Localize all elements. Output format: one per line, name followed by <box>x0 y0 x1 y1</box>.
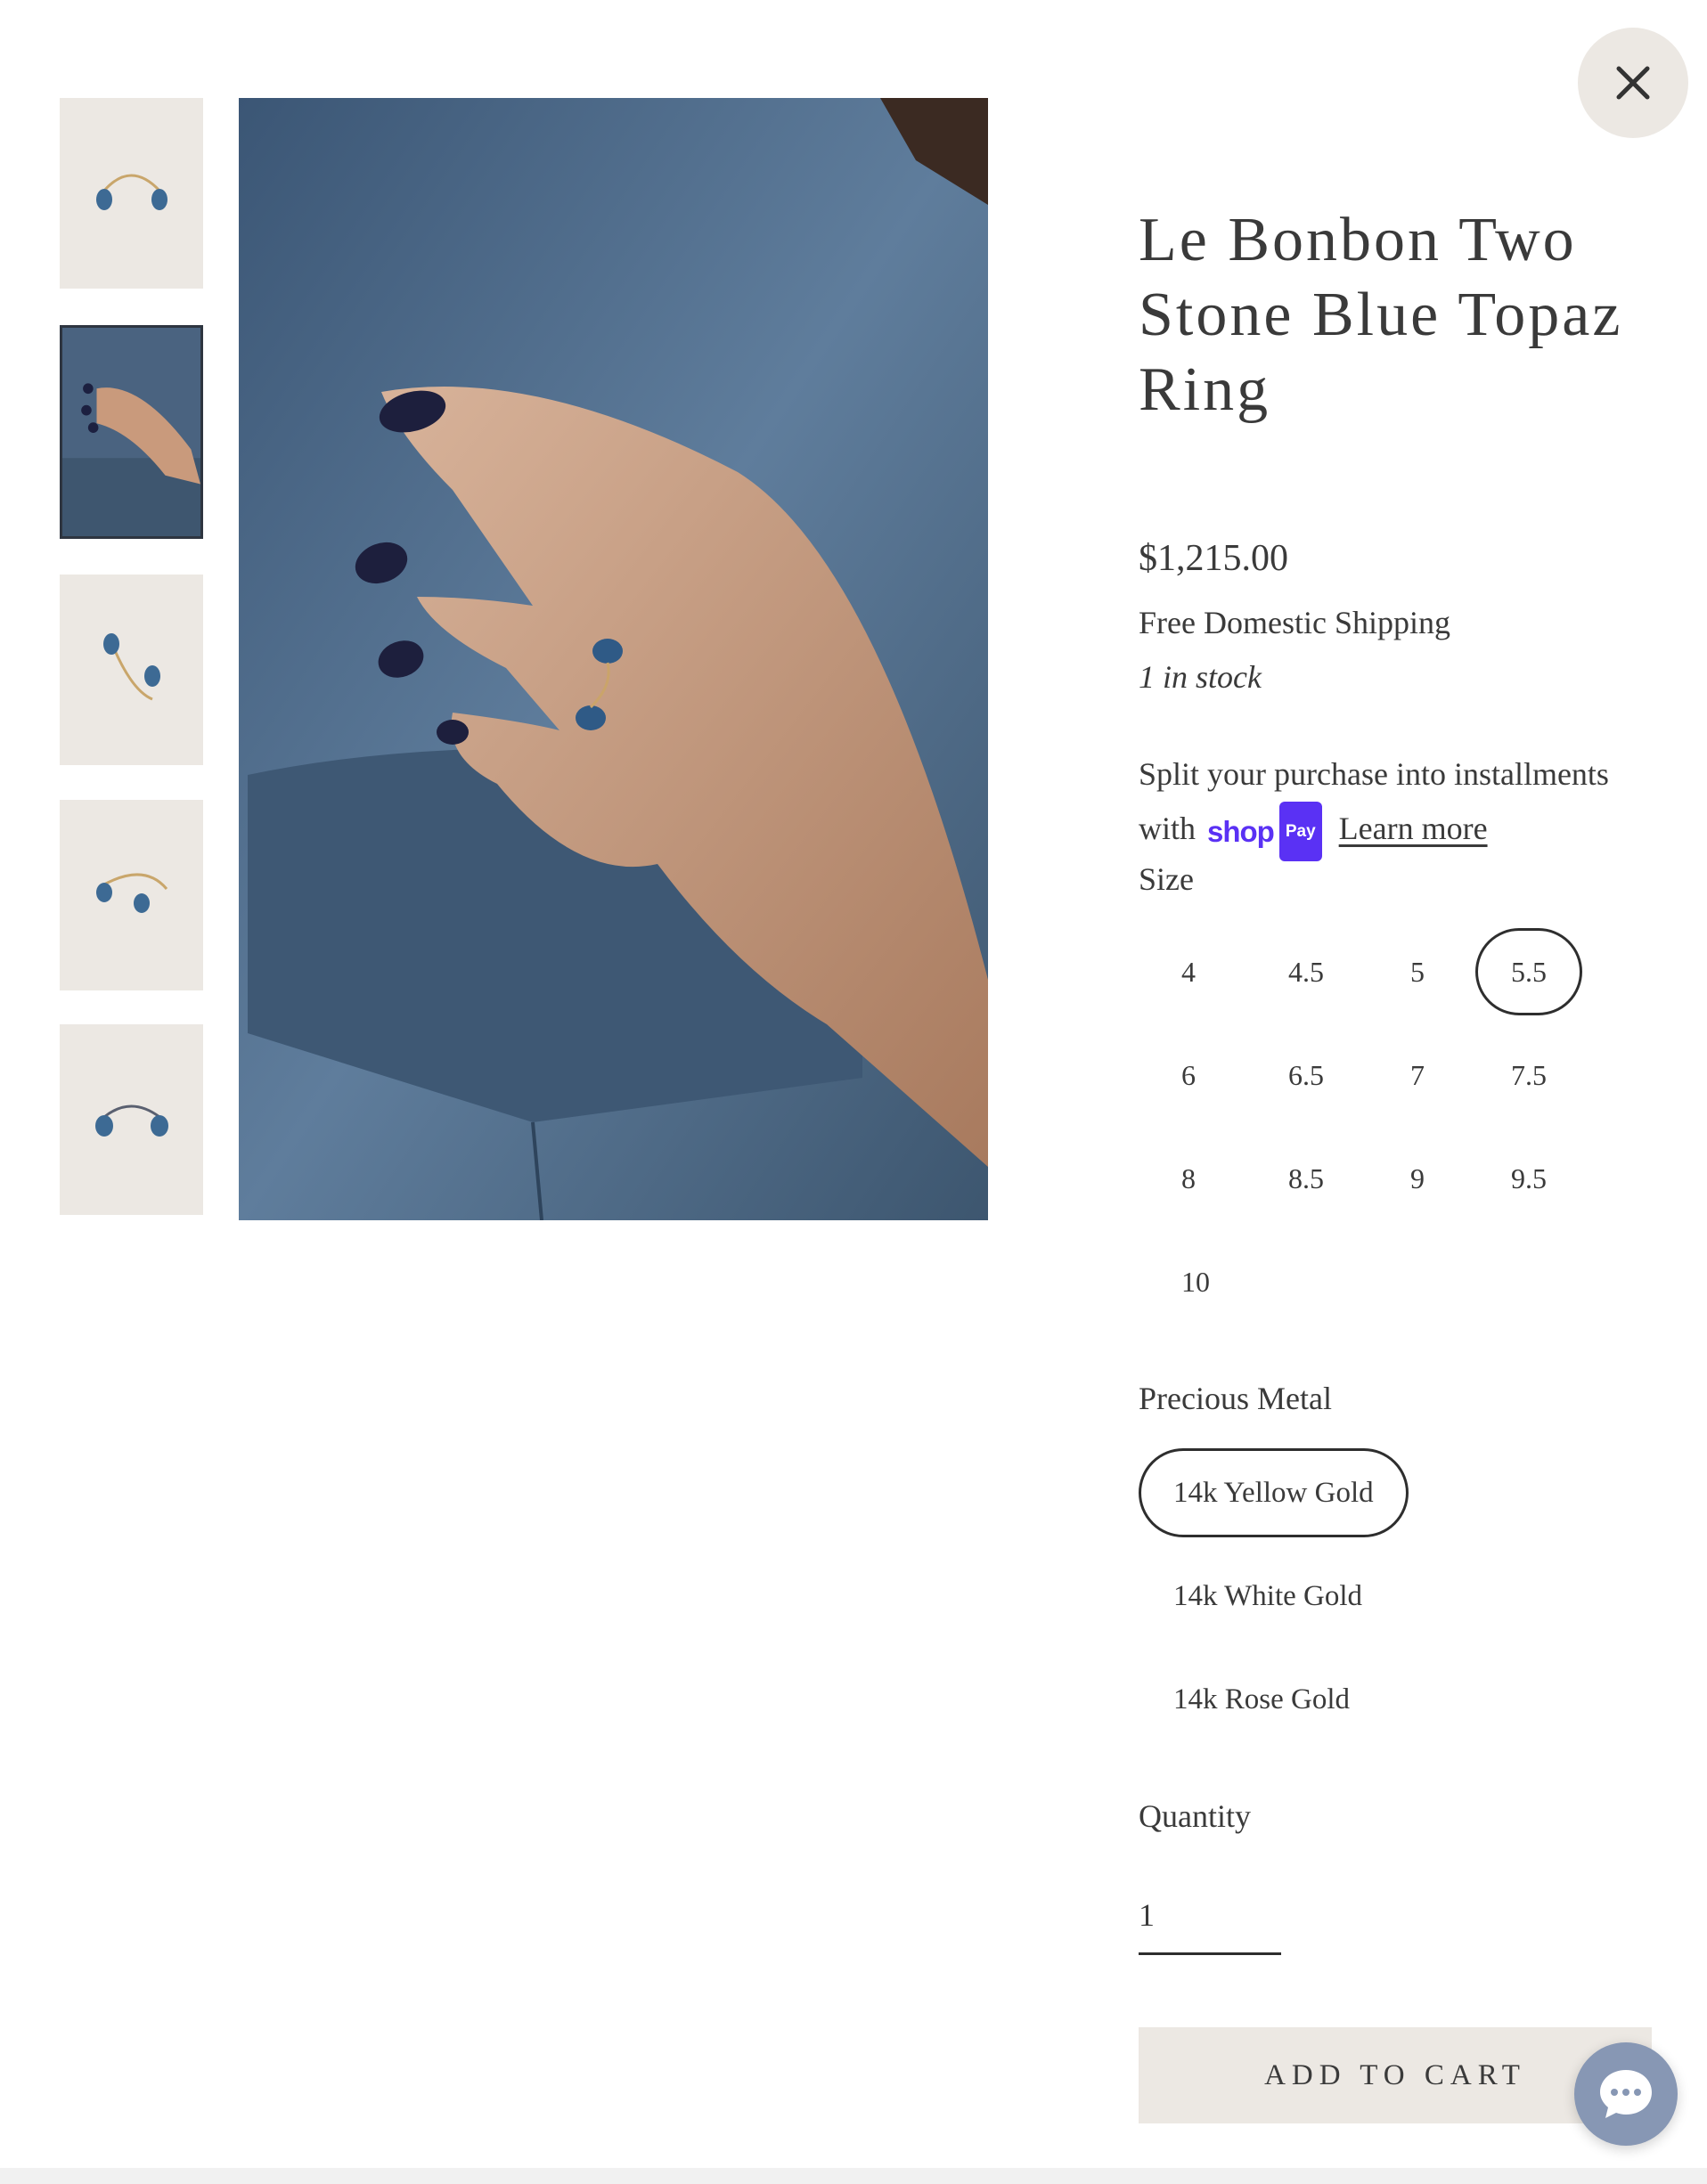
ring-thumbnail-image <box>95 1104 168 1137</box>
thumbnail-2[interactable] <box>60 325 203 539</box>
chat-button[interactable] <box>1574 2042 1678 2146</box>
bottom-bar <box>0 2168 1707 2184</box>
size-option[interactable]: 4.5 <box>1253 928 1360 1015</box>
close-icon <box>1616 66 1650 100</box>
quantity-input[interactable] <box>1139 1877 1281 1955</box>
size-option[interactable]: 6.5 <box>1253 1031 1360 1119</box>
size-option[interactable]: 6 <box>1135 1031 1242 1119</box>
metal-label: Precious Metal <box>1139 1381 1332 1416</box>
size-option[interactable]: 5 <box>1364 928 1471 1015</box>
stock-status: 1 in stock <box>1139 659 1262 695</box>
size-option[interactable]: 10 <box>1142 1238 1249 1325</box>
size-option[interactable]: 8 <box>1135 1135 1242 1222</box>
size-label: Size <box>1139 861 1194 897</box>
size-option[interactable]: 9.5 <box>1475 1135 1582 1222</box>
shop-pay-badge: Pay <box>1278 802 1322 862</box>
close-button[interactable] <box>1578 28 1688 138</box>
quantity-label: Quantity <box>1139 1798 1251 1834</box>
size-option[interactable]: 4 <box>1135 928 1242 1015</box>
hand-thumbnail-image <box>62 328 200 536</box>
size-option[interactable]: 8.5 <box>1253 1135 1360 1222</box>
metal-option[interactable]: 14k White Gold <box>1139 1552 1397 1641</box>
thumbnail-5[interactable] <box>60 1024 203 1215</box>
size-option[interactable]: 7 <box>1364 1031 1471 1119</box>
size-option[interactable]: 7.5 <box>1475 1031 1582 1119</box>
size-option[interactable]: 5.5 <box>1475 928 1582 1015</box>
ring-thumbnail-image <box>96 873 168 913</box>
product-title: Le Bonbon Two Stone Blue Topaz Ring <box>1139 206 1623 424</box>
chat-bubble-icon <box>1600 2070 1652 2118</box>
learn-more-link[interactable]: Learn more <box>1339 811 1488 846</box>
metal-option[interactable]: 14k Yellow Gold <box>1139 1448 1409 1537</box>
metal-option[interactable]: 14k Rose Gold <box>1139 1655 1384 1744</box>
main-product-image[interactable] <box>239 98 988 1220</box>
product-price: $1,215.00 <box>1139 538 1288 579</box>
shipping-note: Free Domestic Shipping <box>1139 605 1450 640</box>
thumbnail-1[interactable] <box>60 98 203 289</box>
shop-pay-logo-text: shop <box>1207 815 1275 849</box>
shop-pay-logo: shop Pay <box>1207 802 1322 862</box>
size-option[interactable]: 9 <box>1364 1135 1471 1222</box>
thumbnail-4[interactable] <box>60 800 203 990</box>
add-to-cart-button[interactable]: ADD TO CART <box>1139 2027 1652 2123</box>
size-options: 4 4.5 5 5.5 6 6.5 7 7.5 8 8.5 9 9.5 10 <box>1139 928 1673 1298</box>
thumbnail-3[interactable] <box>60 575 203 765</box>
ring-thumbnail-image <box>96 174 167 210</box>
installments-message: Split your purchase into installments wi… <box>1139 747 1673 862</box>
ring-thumbnail-image <box>103 633 160 701</box>
